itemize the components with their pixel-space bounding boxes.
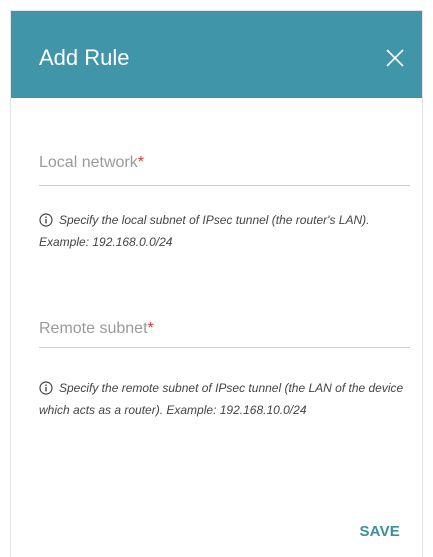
required-mark: * xyxy=(147,320,154,337)
local-network-hint-text: Specify the local subnet of IPsec tunnel… xyxy=(39,213,370,249)
dialog-header: Add Rule xyxy=(11,11,422,98)
local-network-label: Local network xyxy=(39,154,138,171)
remote-subnet-hint: Specify the remote subnet of IPsec tunne… xyxy=(39,377,411,421)
info-icon xyxy=(39,212,53,227)
info-icon xyxy=(39,380,53,395)
remote-subnet-underline xyxy=(39,347,410,348)
required-mark: * xyxy=(137,154,144,171)
remote-subnet-label: Remote subnet xyxy=(39,320,148,337)
remote-subnet-field[interactable]: Remote subnet* xyxy=(39,317,410,353)
add-rule-dialog: Add Rule Local network* Specify the loca… xyxy=(10,10,423,557)
dialog-title: Add Rule xyxy=(39,45,130,70)
remote-subnet-hint-text: Specify the remote subnet of IPsec tunne… xyxy=(39,381,404,417)
local-network-field[interactable]: Local network* xyxy=(39,151,410,187)
close-icon[interactable] xyxy=(384,47,406,69)
local-network-hint: Specify the local subnet of IPsec tunnel… xyxy=(39,209,411,253)
save-button[interactable]: SAVE xyxy=(359,523,400,540)
local-network-underline xyxy=(39,185,410,186)
